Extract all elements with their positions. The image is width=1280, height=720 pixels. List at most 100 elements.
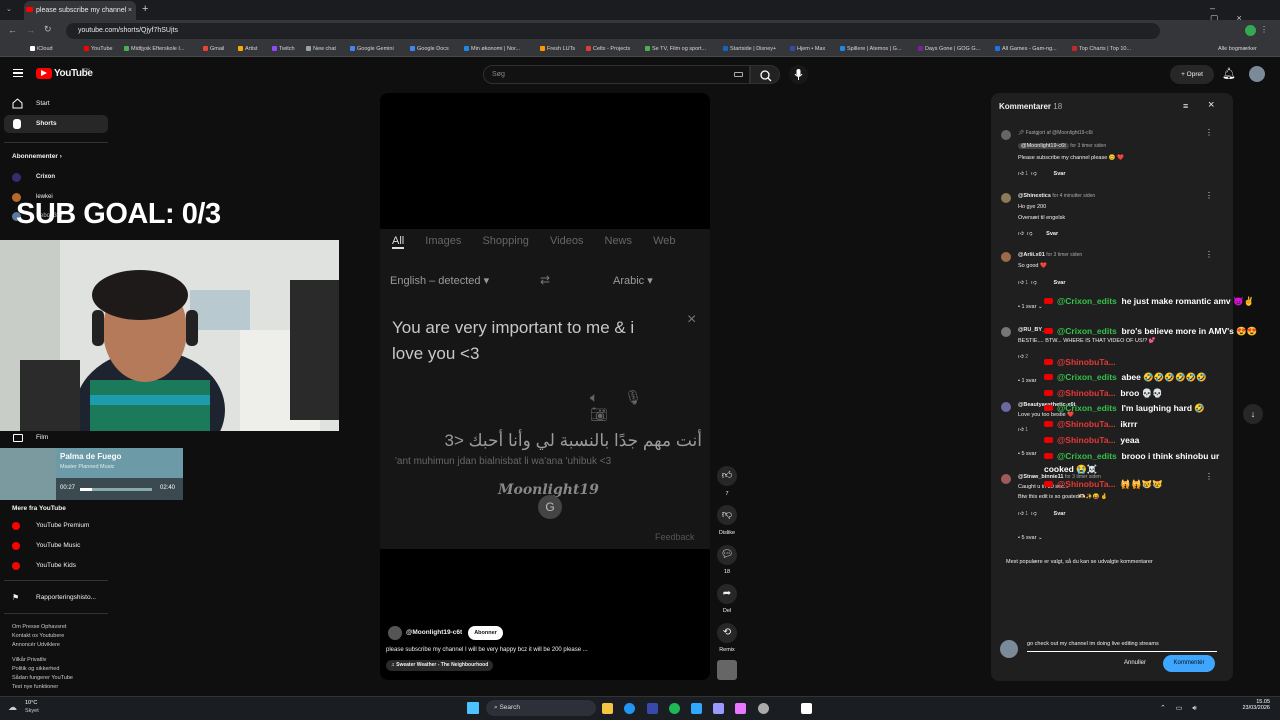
bookmark-item[interactable]: Fresh LUTs [540,46,575,52]
url-bar[interactable]: youtube.com/shorts/Qjyf7hSUjts [66,23,1160,39]
footer-links[interactable]: Sådan fungerer YouTube [12,675,73,681]
voice-search-button[interactable] [789,65,808,84]
like-icon[interactable]: 👍︎ [1018,354,1024,360]
bookmark-item[interactable]: Min økonomi | Nor... [464,46,520,52]
browser-tab[interactable]: please subscribe my channel × [24,1,136,20]
premiere-icon[interactable] [713,703,724,714]
all-bookmarks[interactable]: Alle bogmærker [1218,46,1257,52]
keyboard-icon[interactable] [734,72,743,77]
spotify-icon[interactable] [669,703,680,714]
bookmark-item[interactable]: Gmail [203,46,224,52]
browser-extensions[interactable]: ⋮ [1168,25,1268,37]
forward-icon[interactable]: → [26,25,35,35]
reply-button[interactable]: Svar [1054,511,1066,517]
sound-thumbnail[interactable] [717,660,737,680]
dislike-icon[interactable]: 👎︎ [1031,280,1037,286]
bookmark-item[interactable]: Spillere | Atemos | G... [840,46,902,52]
after-effects-icon[interactable] [735,703,746,714]
comment-menu-icon[interactable]: ⋮ [1205,250,1213,259]
remix-button[interactable]: ⟲ [717,623,737,643]
footer-links[interactable]: Vilkår Privatliv [12,657,46,663]
like-icon[interactable]: 👍︎ [1018,280,1024,286]
replies-toggle[interactable]: • 1 svar [1018,378,1036,384]
weather-widget[interactable]: ☁ 10°C Skyet [8,699,68,717]
sidebar-item-shorts[interactable]: Shorts [4,115,108,133]
sidebar-item-report-history[interactable]: ⚑ Rapporteringshisto... [12,593,108,603]
comment-menu-icon[interactable]: ⋮ [1205,191,1213,200]
submit-comment-button[interactable]: Kommentér [1163,655,1215,672]
comment-author[interactable]: @Ariii.x01 [1018,252,1045,258]
bookmark-item[interactable]: iCloud [30,46,53,52]
dislike-button[interactable]: 👎︎ [717,505,737,525]
sidebar-item-youtube-music[interactable]: YouTube Music [12,541,108,551]
photoshop-icon[interactable] [691,703,702,714]
footer-links[interactable]: Test nye funktioner [12,684,58,690]
sort-icon[interactable]: ≡ [1183,101,1188,111]
subscriptions-heading[interactable]: Abonnementer › [12,153,62,160]
hamburger-menu-icon[interactable] [13,69,23,77]
bookmark-item[interactable]: Google Docs [410,46,449,52]
new-tab-button[interactable]: + [142,3,148,15]
system-tray[interactable]: ⌃ ▭ 🔊︎ [1160,704,1201,713]
dislike-icon[interactable]: 👎︎ [1027,231,1033,237]
bookmark-item[interactable]: Celtx - Projects [586,46,630,52]
replies-toggle[interactable]: • 5 svar [1018,451,1036,457]
tab-close-icon[interactable]: × [128,1,132,20]
sidebar-sub-item[interactable]: Crixon [12,172,108,184]
sound-pill[interactable]: ♫ Sweater Weather - The Neighbourhood [386,660,494,671]
subscribe-button[interactable]: Abonner [468,626,503,640]
footer-links[interactable]: Om Presse Ophavsret [12,624,66,630]
footer-links[interactable]: Politik og sikkerhed [12,666,59,672]
search-input[interactable]: Søg [483,65,750,84]
comments-button[interactable]: 💬︎ [717,545,737,565]
share-button[interactable]: ➦ [717,584,737,604]
bookmark-item[interactable]: YouTube [84,46,113,52]
bookmark-item[interactable]: Top Charts | Top 10... [1072,46,1131,52]
comment-author[interactable]: @Shinextics [1018,193,1051,199]
bookmark-item[interactable]: Twitch [272,46,295,52]
reply-button[interactable]: Svar [1054,280,1066,286]
create-button[interactable]: + Opret [1170,65,1214,84]
sidebar-item-start[interactable]: Start [4,95,108,112]
taskbar-search[interactable]: ⌕ Search [486,700,596,716]
chrome-icon[interactable] [624,703,635,714]
bookmark-item[interactable]: Se TV, Film og sport... [645,46,706,52]
sidebar-item-youtube-kids[interactable]: YouTube Kids [12,561,108,571]
notifications-bell-icon[interactable]: 🔔︎ [1222,67,1236,80]
sidebar-item-youtube-premium[interactable]: YouTube Premium [12,521,108,531]
like-icon[interactable]: 👍︎ [1018,427,1024,433]
menu-dots-icon[interactable]: ⋮ [1260,25,1268,34]
like-icon[interactable]: 👍︎ [1018,231,1024,237]
scroll-down-button[interactable]: ↓ [1243,404,1263,424]
bookmark-item[interactable]: Artist [238,46,258,52]
sidebar-item-film[interactable]: Film [4,431,108,445]
bookmark-item[interactable]: Hjem • Max [790,46,825,52]
footer-links[interactable]: Annoncér Udviklere [12,642,60,648]
comment-author[interactable]: @Moonlight19-c6t [1018,143,1069,149]
bookmark-item[interactable]: Startside | Disney+ [723,46,776,52]
like-icon[interactable]: 👍︎ [1018,511,1024,517]
translate-link[interactable]: Oversæt til engelsk [1018,215,1065,221]
profile-avatar-icon[interactable] [1245,25,1256,36]
back-icon[interactable]: ← [8,25,17,35]
dislike-icon[interactable]: 👎︎ [1031,511,1037,517]
footer-links[interactable]: Kontakt os Youtubere [12,633,64,639]
like-button[interactable]: 👍︎ [717,466,737,486]
comment-menu-icon[interactable]: ⋮ [1205,128,1213,137]
comment-input[interactable]: go check out my channel im doing live ed… [1027,641,1159,647]
start-button[interactable] [467,702,479,714]
search-button[interactable] [750,65,780,84]
tab-search-icon[interactable]: ⌄ [6,5,16,15]
avatar[interactable] [1249,66,1265,82]
bookmark-item[interactable]: Days Gone | GOG G... [918,46,980,52]
dislike-icon[interactable]: 👎︎ [1031,171,1037,177]
cancel-button[interactable]: Annuller [1124,660,1146,666]
reply-button[interactable]: Svar [1046,231,1058,237]
reply-button[interactable]: Svar [1054,171,1066,177]
bookmark-item[interactable]: Midtjysk Efterskole I... [124,46,185,52]
clock[interactable]: 15.05 23/03/2026 [1228,699,1270,711]
close-icon[interactable]: × [1208,99,1214,111]
bookmark-item[interactable]: All Games - Gam-ng... [995,46,1057,52]
reload-icon[interactable]: ↻ [44,24,52,35]
obs-icon[interactable] [801,703,812,714]
